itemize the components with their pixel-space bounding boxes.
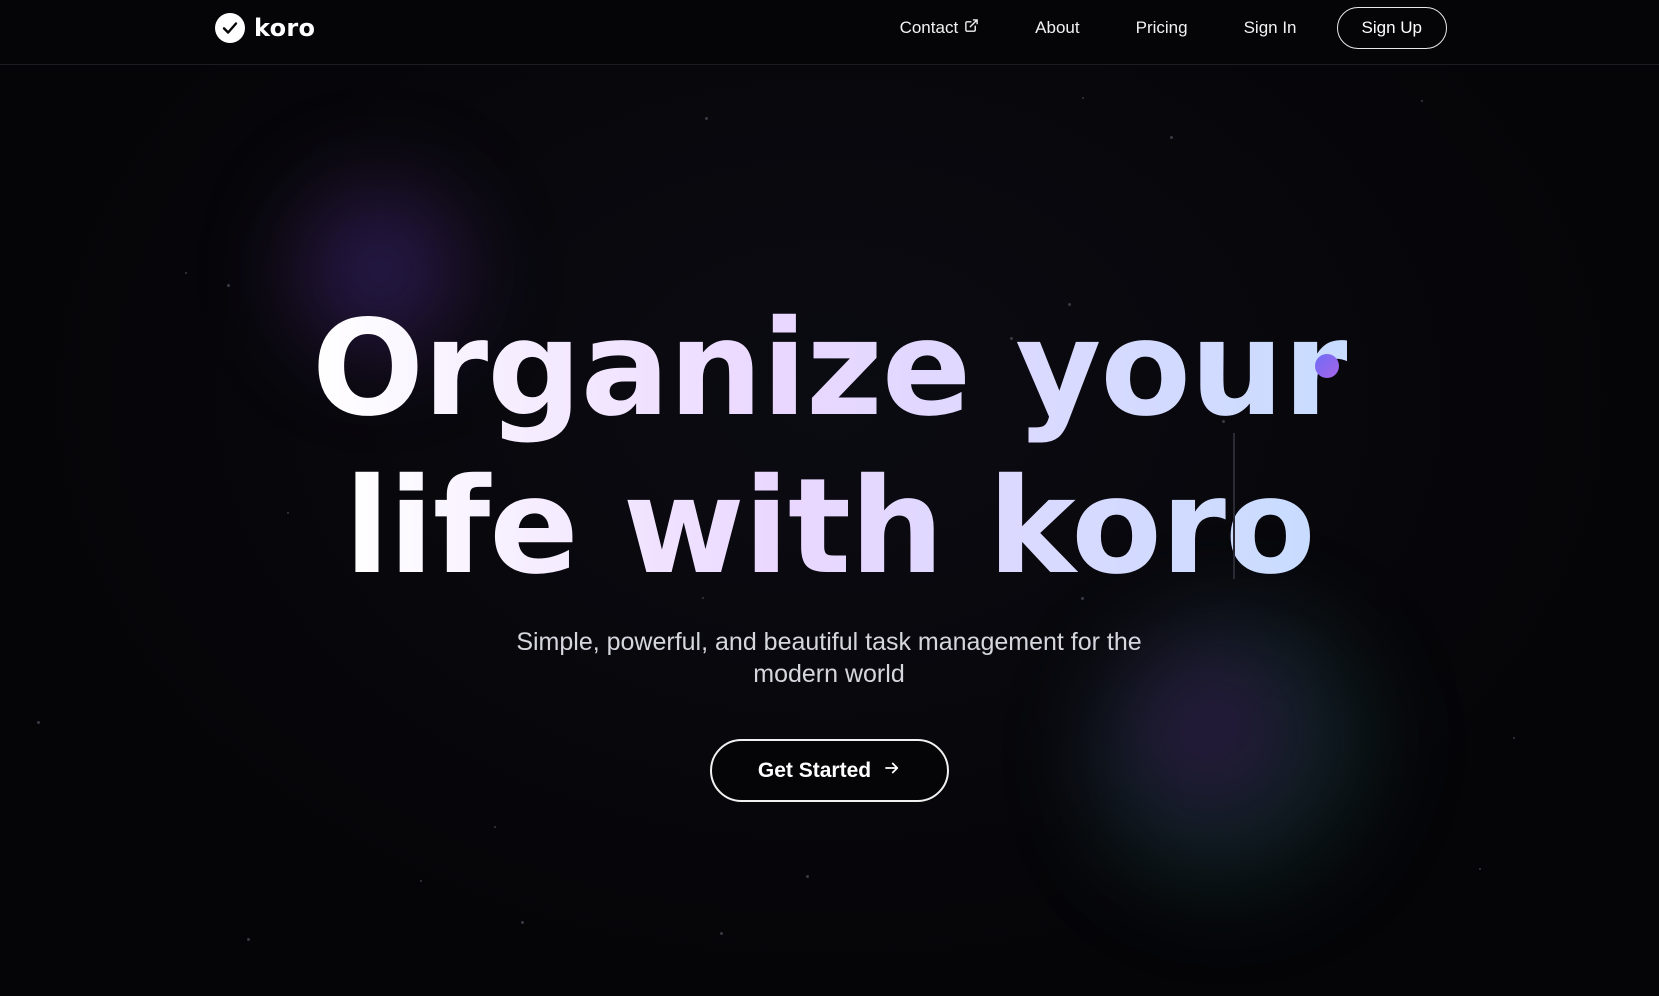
top-navbar: koro Contact About Pricing Sign In Sign …	[0, 0, 1659, 65]
nav-link-pricing[interactable]: Pricing	[1108, 7, 1216, 49]
nav-link-contact[interactable]: Contact	[872, 7, 1008, 49]
star-dot	[521, 921, 524, 924]
nav-link-label: Contact	[899, 18, 959, 37]
brand-name: koro	[254, 14, 316, 42]
star-dot	[420, 880, 422, 882]
landing-page: koro Contact About Pricing Sign In Sign …	[0, 0, 1659, 996]
typing-caret	[1233, 433, 1235, 579]
star-dot	[1170, 136, 1173, 139]
hero-subtitle: Simple, powerful, and beautiful task man…	[516, 628, 1142, 688]
star-dot	[806, 875, 809, 878]
star-dot	[37, 721, 40, 724]
brand[interactable]: koro	[215, 13, 315, 43]
sign-up-button[interactable]: Sign Up	[1336, 7, 1447, 49]
accent-dot	[1315, 354, 1339, 378]
headline-line-2: life with koro	[344, 450, 1315, 604]
star-dot	[1479, 868, 1481, 870]
nav-link-sign-in[interactable]: Sign In	[1216, 7, 1325, 49]
check-circle-icon	[215, 13, 245, 43]
nav-links: Contact About Pricing Sign In Sign Up	[872, 7, 1447, 49]
get-started-button[interactable]: Get Started	[710, 739, 949, 802]
star-dot	[720, 932, 723, 935]
star-dot	[185, 272, 187, 274]
external-link-icon	[964, 7, 979, 49]
star-dot	[247, 938, 250, 941]
arrow-right-icon	[883, 759, 901, 783]
get-started-label: Get Started	[757, 758, 872, 782]
star-dot	[1082, 97, 1084, 99]
star-dot	[1513, 737, 1515, 739]
star-dot	[1421, 100, 1423, 102]
star-dot	[227, 284, 230, 287]
hero-headline: Organize your life with koro	[0, 290, 1659, 606]
nav-link-about[interactable]: About	[1007, 7, 1107, 49]
star-dot	[494, 826, 496, 828]
headline-line-1: Organize your	[311, 292, 1348, 446]
star-dot	[705, 117, 708, 120]
